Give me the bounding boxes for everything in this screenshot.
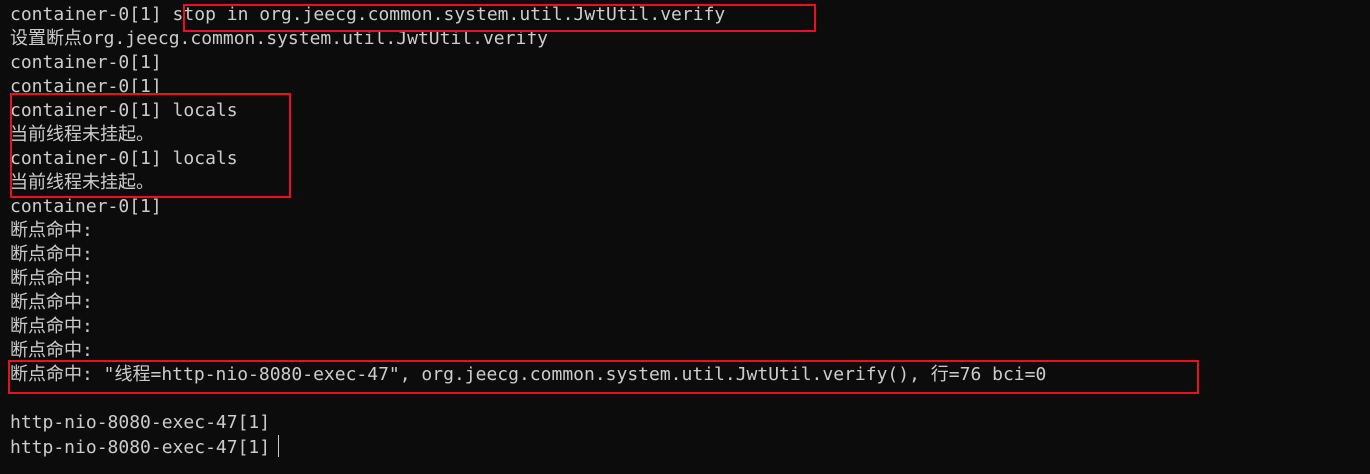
prompt-line: container-0[1] [10,52,162,73]
output-line: 断点命中: [10,340,93,361]
output-line: 断点命中: [10,292,93,313]
input-prompt-line[interactable]: http-nio-8080-exec-47[1] [10,435,1370,459]
output-line: 设置断点org.jeecg.common.system.util.JwtUtil… [10,28,548,49]
output-line: 断点命中: [10,316,93,337]
text-cursor [278,435,280,457]
prompt-line: http-nio-8080-exec-47[1] [10,412,271,433]
output-line: 断点命中: [10,220,93,241]
prompt-line: container-0[1] locals [10,148,238,169]
output-line: 当前线程未挂起。 [10,124,154,145]
prompt-line: container-0[1] [10,76,162,97]
prompt-line: container-0[1] locals [10,100,238,121]
prompt-line: container-0[1] stop in org.jeecg.common.… [10,4,726,25]
output-line: 断点命中: [10,268,93,289]
breakpoint-hit-line: 断点命中: "线程=http-nio-8080-exec-47", org.je… [10,364,1047,385]
output-line: 当前线程未挂起。 [10,172,154,193]
prompt-text: http-nio-8080-exec-47[1] [10,437,271,458]
output-line: 断点命中: [10,244,93,265]
prompt-line: container-0[1] [10,196,162,217]
terminal-output[interactable]: container-0[1] stop in org.jeecg.common.… [0,0,1370,474]
